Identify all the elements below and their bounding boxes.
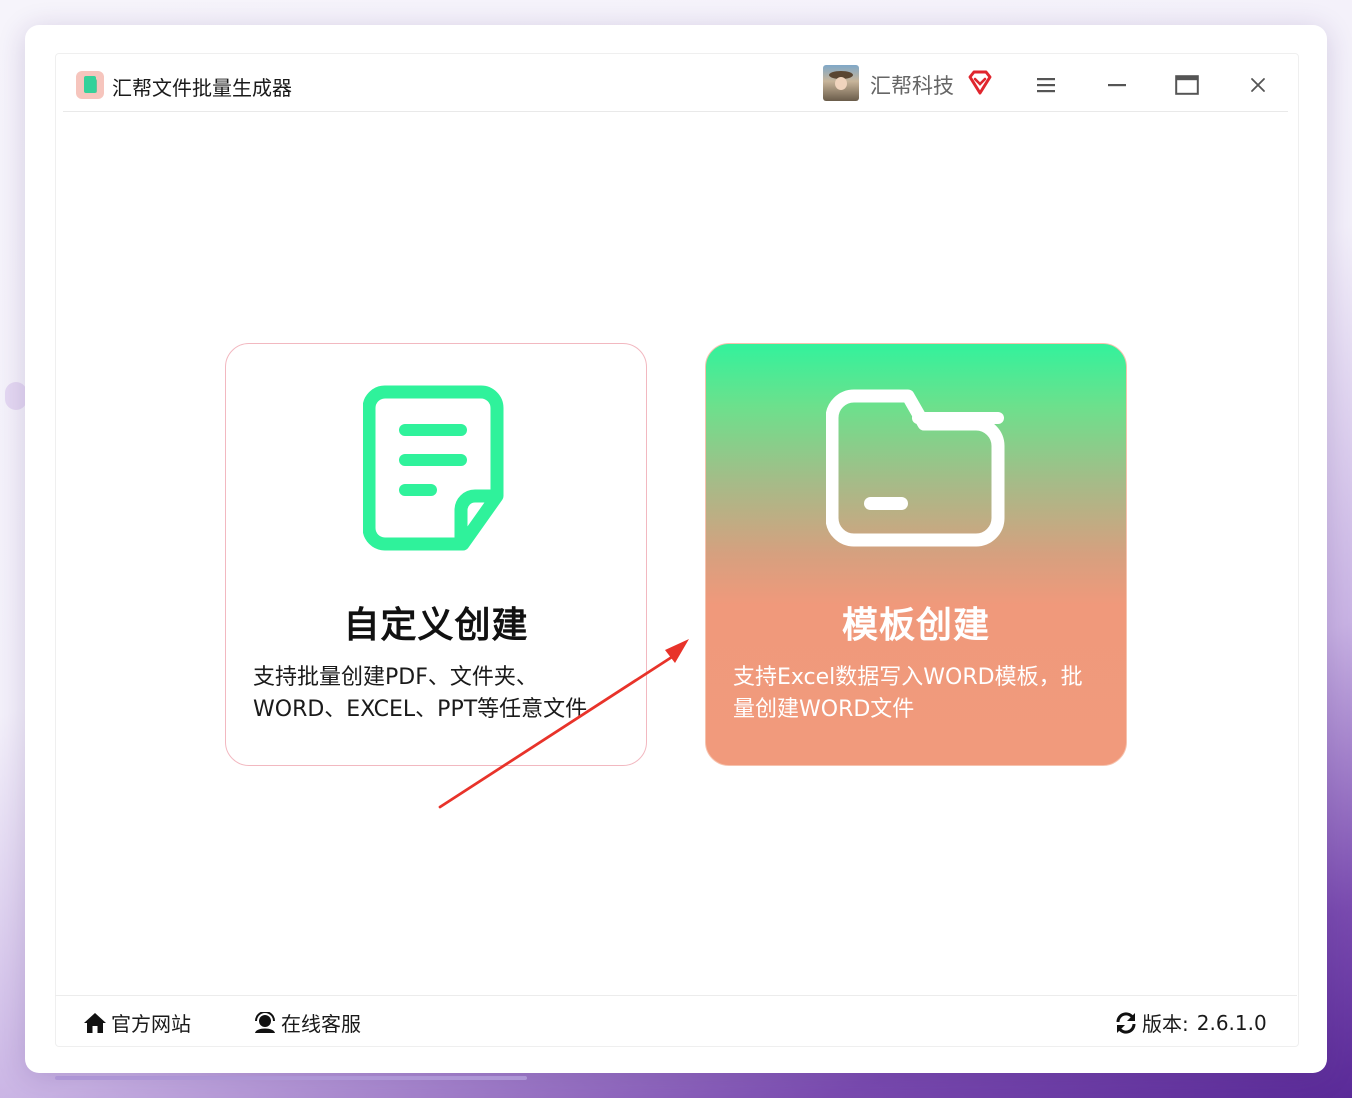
template-create-title: 模板创建 bbox=[841, 605, 990, 646]
side-tab bbox=[5, 382, 27, 410]
custom-create-title: 自定义创建 bbox=[343, 605, 529, 646]
custom-desc-line-1: 支持批量创建PDF、文件夹、 bbox=[253, 665, 538, 690]
template-desc-line-1: 支持Excel数据写入WORD模板，批 bbox=[733, 665, 1083, 690]
template-create-card[interactable]: 模板创建 支持Excel数据写入WORD模板，批 量创建WORD文件 bbox=[705, 343, 1127, 766]
close-button[interactable] bbox=[1236, 63, 1280, 107]
online-support-link[interactable]: 在线客服 bbox=[253, 1008, 361, 1037]
minimize-icon bbox=[1108, 84, 1126, 87]
app-logo-icon bbox=[76, 71, 104, 99]
folder-icon bbox=[826, 389, 1005, 547]
version-info[interactable]: 版本: 2.6.1.0 bbox=[1114, 1008, 1267, 1037]
main-window: 汇帮文件批量生成器 汇帮科技 自定义创建 支持批量创建PDF、文件夹、 WORD… bbox=[25, 25, 1327, 1073]
taskbar-indicator bbox=[55, 1076, 527, 1080]
app-title: 汇帮文件批量生成器 bbox=[112, 76, 292, 100]
title-bar: 汇帮文件批量生成器 汇帮科技 bbox=[63, 59, 1288, 112]
version-number: 2.6.1.0 bbox=[1196, 1010, 1267, 1035]
menu-button[interactable] bbox=[1024, 63, 1068, 107]
maximize-icon bbox=[1175, 75, 1199, 95]
version-label: 版本: bbox=[1142, 1012, 1189, 1036]
custom-desc-line-2: WORD、EXCEL、PPT等任意文件 bbox=[253, 697, 588, 722]
template-desc-line-2: 量创建WORD文件 bbox=[733, 697, 915, 722]
custom-create-card[interactable]: 自定义创建 支持批量创建PDF、文件夹、 WORD、EXCEL、PPT等任意文件 bbox=[225, 343, 647, 766]
maximize-button[interactable] bbox=[1165, 63, 1209, 107]
footer-bar: 官方网站 在线客服 版本: 2.6.1.0 bbox=[55, 995, 1297, 1046]
custom-create-description: 支持批量创建PDF、文件夹、 WORD、EXCEL、PPT等任意文件 bbox=[253, 662, 622, 726]
home-icon bbox=[84, 1012, 106, 1033]
template-create-description: 支持Excel数据写入WORD模板，批 量创建WORD文件 bbox=[733, 662, 1102, 726]
close-icon bbox=[1251, 78, 1265, 92]
vip-diamond-icon[interactable] bbox=[966, 68, 994, 96]
annotation-arrow bbox=[438, 639, 689, 809]
official-website-label: 官方网站 bbox=[111, 1012, 191, 1036]
document-icon bbox=[363, 385, 504, 551]
minimize-button[interactable] bbox=[1095, 63, 1139, 107]
refresh-icon bbox=[1116, 1011, 1136, 1034]
official-website-link[interactable]: 官方网站 bbox=[83, 1008, 191, 1037]
user-avatar[interactable] bbox=[823, 65, 859, 101]
user-name[interactable]: 汇帮科技 bbox=[870, 70, 954, 100]
customer-service-icon bbox=[255, 1011, 275, 1033]
menu-icon bbox=[1037, 78, 1055, 93]
online-support-label: 在线客服 bbox=[281, 1012, 361, 1036]
